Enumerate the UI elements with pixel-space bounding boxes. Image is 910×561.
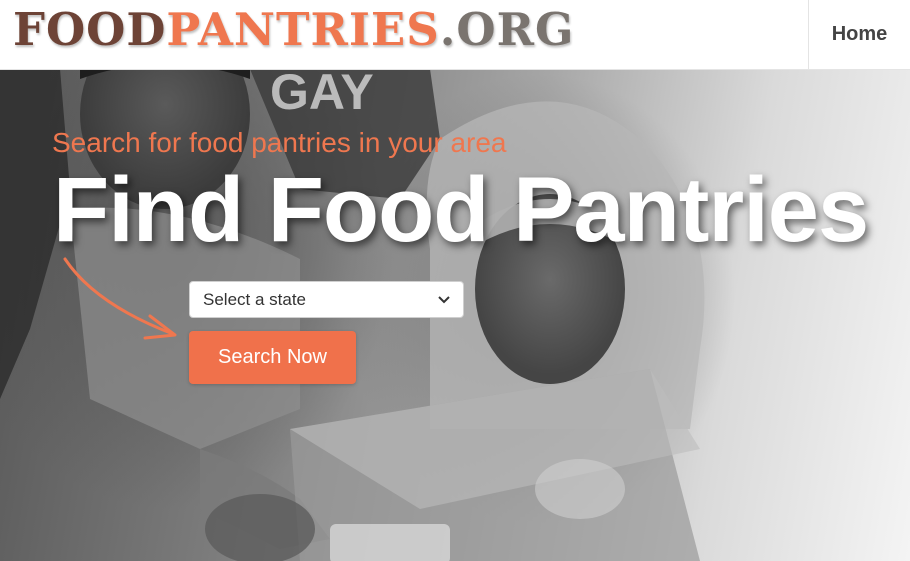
hero-headline: Find Food Pantries — [53, 159, 869, 261]
nav-home-link[interactable]: Home — [808, 0, 910, 69]
search-now-button[interactable]: Search Now — [189, 331, 356, 384]
chevron-down-icon — [438, 295, 450, 303]
logo-part-food: FOOD — [13, 3, 167, 56]
arrow-icon — [63, 257, 177, 340]
navbar: FOOD PANTRIES .ORG Home — [0, 0, 910, 70]
svg-text:GAY: GAY — [270, 69, 374, 120]
state-select[interactable]: Select a state — [189, 281, 464, 318]
state-select-value: Select a state — [203, 289, 307, 309]
logo-part-pantries: PANTRIES — [166, 3, 440, 56]
hero-section: GAY Search for food pantries in your are… — [0, 69, 910, 561]
site-logo[interactable]: FOOD PANTRIES .ORG — [13, 1, 574, 59]
logo-part-org: .ORG — [439, 3, 575, 56]
